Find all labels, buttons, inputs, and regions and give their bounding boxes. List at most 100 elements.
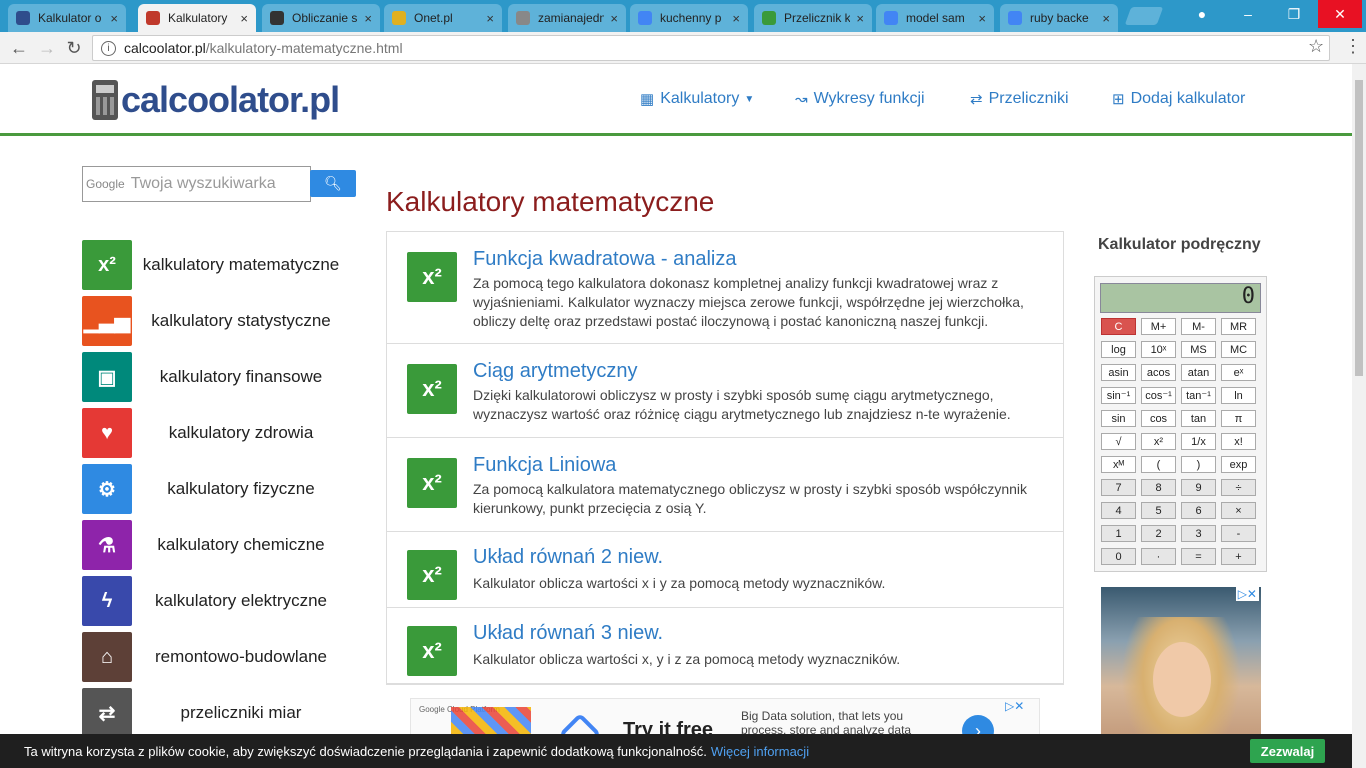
calc-key[interactable]: ( [1141,456,1176,473]
calc-key[interactable]: 7 [1101,479,1136,496]
calc-key[interactable]: exp [1221,456,1256,473]
calculator-list-item[interactable]: x² Funkcja kwadratowa - analiza Za pomocą … [387,232,1063,344]
category-item[interactable]: ϟ kalkulatory elektryczne [82,576,350,626]
browser-tab[interactable]: ruby backe × [1000,4,1118,32]
calc-key[interactable]: acos [1141,364,1176,381]
maximize-icon[interactable]: ❐ [1272,0,1316,28]
calc-key[interactable]: C [1101,318,1136,335]
menu-dots-icon[interactable]: ⋮ [1344,36,1362,57]
tab-close-icon[interactable]: × [610,11,618,26]
search-input[interactable]: Google Twoja wyszukiwarka [82,166,311,202]
cookie-allow-button[interactable]: Zezwalaj [1250,739,1325,763]
browser-tab[interactable]: Przelicznik k × [754,4,872,32]
browser-tab[interactable]: Kalkulator o × [8,4,126,32]
nav-dodaj[interactable]: ⊞ Dodaj kalkulator [1112,90,1245,108]
forward-icon[interactable]: → [36,38,58,59]
calc-key[interactable]: xᴹ [1101,456,1136,473]
calc-key[interactable]: × [1221,502,1256,519]
calc-key[interactable]: ÷ [1221,479,1256,496]
calc-key[interactable]: MS [1181,341,1216,358]
calc-key[interactable]: M+ [1141,318,1176,335]
category-item[interactable]: ⇄ przeliczniki miar [82,688,350,738]
calc-key[interactable]: cos [1141,410,1176,427]
calculator-list-item[interactable]: x² Układ równań 2 niew. Kalkulator oblicza… [387,532,1063,608]
calculator-item-title[interactable]: Funkcja kwadratowa - analiza [473,248,736,271]
calc-key[interactable]: log [1101,341,1136,358]
calculator-list-item[interactable]: x² Ciąg arytmetyczny Dzięki kalkulatorowi … [387,344,1063,438]
calculator-item-title[interactable]: Układ równań 2 niew. [473,546,663,569]
calc-key[interactable]: 10ˣ [1141,341,1176,358]
tab-close-icon[interactable]: × [240,11,248,26]
tab-close-icon[interactable]: × [110,11,118,26]
site-logo[interactable]: calcoolator.pl [92,78,340,122]
user-icon[interactable]: ● [1180,0,1224,28]
category-item[interactable]: ⚗ kalkulatory chemiczne [82,520,350,570]
calc-key[interactable]: 1/x [1181,433,1216,450]
calculator-list-item[interactable]: x² Funkcja Liniowa Za pomocą kalkulatora m… [387,438,1063,532]
calc-key[interactable]: x! [1221,433,1256,450]
browser-tab[interactable]: Obliczanie s × [262,4,380,32]
bookmark-star-icon[interactable]: ☆ [1308,36,1324,57]
tab-close-icon[interactable]: × [364,11,372,26]
back-icon[interactable]: ← [8,38,30,59]
calc-key[interactable]: π [1221,410,1256,427]
calc-key[interactable]: 1 [1101,525,1136,542]
calculator-item-title[interactable]: Ciąg arytmetyczny [473,360,638,383]
calc-key[interactable]: sin [1101,410,1136,427]
category-item[interactable]: x² kalkulatory matematyczne [82,240,350,290]
calc-key[interactable]: 5 [1141,502,1176,519]
calc-key[interactable]: MC [1221,341,1256,358]
calc-key[interactable]: ) [1181,456,1216,473]
scrollbar-thumb[interactable] [1355,80,1363,376]
tab-close-icon[interactable]: × [486,11,494,26]
calc-key[interactable]: = [1181,548,1216,565]
category-item[interactable]: ▁▃▅ kalkulatory statystyczne [82,296,350,346]
calculator-item-title[interactable]: Układ równań 3 niew. [473,622,663,645]
calc-key[interactable]: 2 [1141,525,1176,542]
calc-key[interactable]: tan [1181,410,1216,427]
browser-tab[interactable]: model sam × [876,4,994,32]
vertical-scrollbar[interactable] [1352,64,1366,768]
minimize-icon[interactable]: – [1226,0,1270,28]
ad-close-icon[interactable]: ▷✕ [1235,587,1259,601]
close-window-icon[interactable]: ✕ [1318,0,1362,28]
calc-key[interactable]: · [1141,548,1176,565]
calc-key[interactable]: √ [1101,433,1136,450]
nav-kalkulatory[interactable]: ▦ Kalkulatory ▼ [640,90,754,108]
tab-close-icon[interactable]: × [856,11,864,26]
tab-close-icon[interactable]: × [978,11,986,26]
calc-key[interactable]: 9 [1181,479,1216,496]
reload-icon[interactable]: ↻ [63,38,85,59]
calc-key[interactable]: cos⁻¹ [1141,387,1176,404]
calculator-item-title[interactable]: Funkcja Liniowa [473,454,616,477]
browser-tab[interactable]: Onet.pl × [384,4,502,32]
calc-key[interactable]: atan [1181,364,1216,381]
nav-wykresy[interactable]: ↝ Wykresy funkcji [795,90,925,108]
calc-key[interactable]: 4 [1101,502,1136,519]
browser-tab[interactable]: zamianajedn × [508,4,626,32]
calc-key[interactable]: 6 [1181,502,1216,519]
tab-close-icon[interactable]: × [732,11,740,26]
calc-key[interactable]: 8 [1141,479,1176,496]
nav-przeliczniki[interactable]: ⇄ Przeliczniki [970,90,1069,108]
calc-key[interactable]: MR [1221,318,1256,335]
ad-close-icon[interactable]: ▷✕ [1005,699,1024,713]
calc-key[interactable]: x² [1141,433,1176,450]
url-input[interactable]: i calcoolator.pl/kalkulatory-matematyczn… [92,35,1330,61]
info-icon[interactable]: i [101,40,116,56]
search-button[interactable]: 🔍︎ [310,170,356,197]
calc-key[interactable]: + [1221,548,1256,565]
calc-key[interactable]: sin⁻¹ [1101,387,1136,404]
category-item[interactable]: ⌂ remontowo-budowlane [82,632,350,682]
calc-key[interactable]: eˣ [1221,364,1256,381]
calc-key[interactable]: - [1221,525,1256,542]
new-tab-button[interactable] [1124,7,1164,25]
calculator-list-item[interactable]: x² Układ równań 3 niew. Kalkulator oblicza… [387,608,1063,684]
calc-key[interactable]: M- [1181,318,1216,335]
calc-key[interactable]: 3 [1181,525,1216,542]
calc-key[interactable]: 0 [1101,548,1136,565]
cookie-more-link[interactable]: Więcej informacji [711,744,809,759]
category-item[interactable]: ♥ kalkulatory zdrowia [82,408,350,458]
calc-key[interactable]: tan⁻¹ [1181,387,1216,404]
calc-key[interactable]: ln [1221,387,1256,404]
